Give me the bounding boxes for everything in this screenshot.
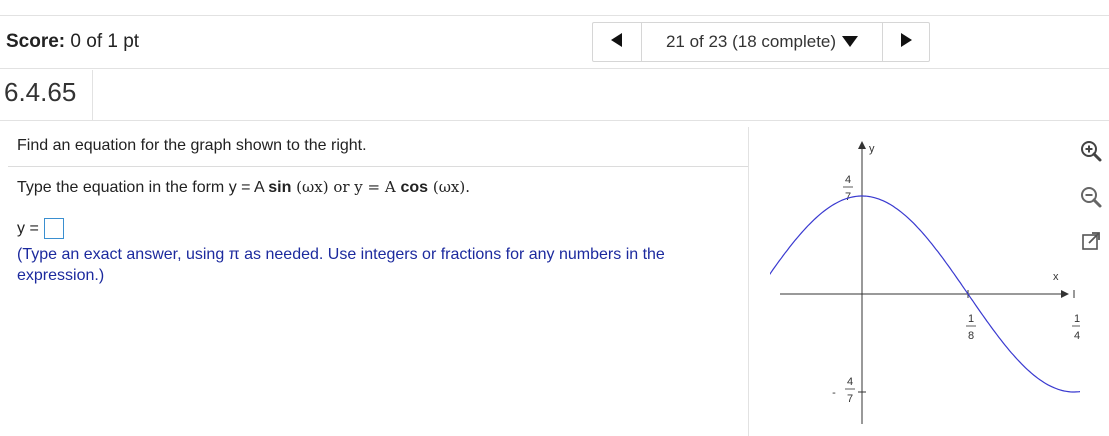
score-value: 0 of 1 pt <box>70 31 140 52</box>
form-prefix: Type the equation in the form y = A <box>17 179 269 196</box>
y-axis-label: y <box>869 143 875 155</box>
question-navigator: 21 of 23 (18 complete) <box>592 22 930 62</box>
answer-hint: (Type an exact answer, using π as needed… <box>17 246 665 284</box>
zoom-in-icon <box>1079 139 1103 168</box>
y-min-sign: - <box>832 387 836 399</box>
previous-question-button[interactable] <box>593 23 642 61</box>
next-question-button[interactable] <box>882 23 929 61</box>
form-mid: (ωx) or y = A <box>291 178 401 196</box>
form-suffix: (ωx). <box>428 178 471 196</box>
score-label: Score: <box>6 31 66 52</box>
zoom-in-button[interactable] <box>1078 140 1104 166</box>
panel-divider <box>748 127 749 436</box>
question-divider <box>0 120 1109 121</box>
x-tick-group: 14-18-1814381258 <box>966 290 1080 342</box>
answer-label: y = <box>17 219 39 237</box>
form-sin: sin <box>268 179 292 196</box>
popout-icon <box>1080 230 1102 257</box>
answer-input[interactable] <box>43 218 64 239</box>
x-tick-numerator: 1 <box>1074 313 1080 325</box>
zoom-out-icon <box>1079 185 1103 214</box>
top-divider <box>0 15 1109 16</box>
question-list-dropdown[interactable]: 21 of 23 (18 complete) <box>642 23 882 61</box>
y-min-numerator: 4 <box>847 376 853 388</box>
function-graph: x y 4 7 - 4 7 14-18-1814381258 <box>770 141 1080 424</box>
x-tick-denominator: 4 <box>1074 330 1080 342</box>
answer-row: y = <box>17 218 64 239</box>
left-triangle-icon <box>611 32 623 52</box>
score-display: Score: 0 of 1 pt <box>6 31 139 53</box>
y-min-denominator: 7 <box>847 393 853 405</box>
x-tick: 14 <box>1072 290 1080 342</box>
y-tick-min: - 4 7 <box>832 376 866 405</box>
equation-form-text: Type the equation in the form y = A sin … <box>17 178 470 197</box>
instruction-divider <box>8 166 748 167</box>
popout-button[interactable] <box>1078 230 1104 256</box>
x-axis-label: x <box>1053 271 1059 283</box>
question-number: 6.4.65 <box>4 77 77 107</box>
question-position-text: 21 of 23 (18 complete) <box>665 32 837 51</box>
down-triangle-icon <box>842 32 859 52</box>
zoom-out-button[interactable] <box>1078 186 1104 212</box>
question-instruction: Find an equation for the graph shown to … <box>17 137 367 154</box>
x-tick-denominator: 8 <box>968 330 974 342</box>
x-tick-numerator: 1 <box>968 313 974 325</box>
header-divider <box>0 68 1109 69</box>
right-triangle-icon <box>900 32 912 52</box>
y-max-numerator: 4 <box>845 174 851 186</box>
form-cos: cos <box>400 179 429 196</box>
question-number-divider <box>92 70 93 120</box>
